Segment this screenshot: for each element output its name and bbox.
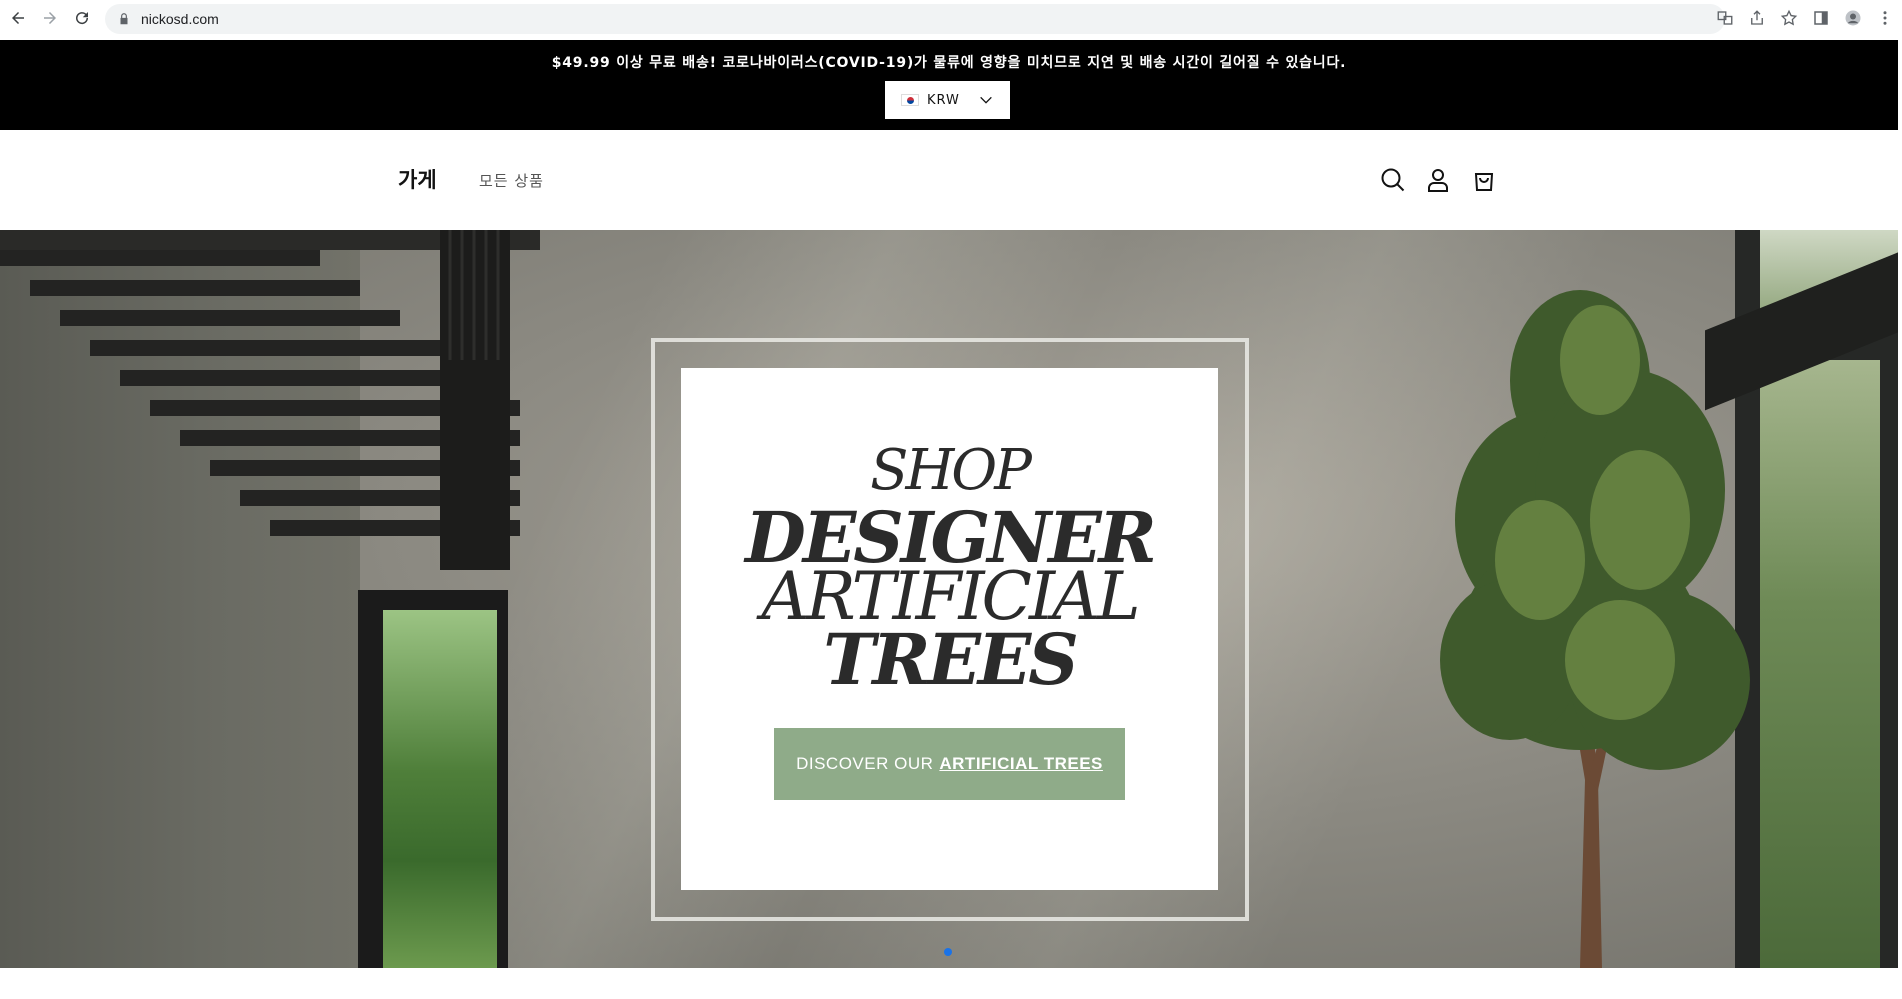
share-icon[interactable] — [1748, 9, 1766, 27]
discover-artificial-trees-button[interactable]: DISCOVER OUR ARTIFICIAL TREES — [774, 728, 1125, 800]
store-logo[interactable]: 가게 — [398, 164, 437, 194]
browser-toolbar: nickosd.com — [0, 0, 1902, 40]
korea-flag-icon — [901, 94, 919, 106]
site-header: 가게 모든 상품 — [0, 130, 1898, 230]
side-panel-icon[interactable] — [1812, 9, 1830, 27]
profile-avatar-icon[interactable] — [1844, 9, 1862, 27]
olive-tree-graphic — [1440, 290, 1750, 968]
back-button[interactable] — [6, 6, 30, 30]
account-icon — [1428, 169, 1448, 192]
promo-line-1: SHOP — [870, 438, 1032, 503]
menu-dots-icon[interactable] — [1876, 9, 1894, 27]
nav-all-products[interactable]: 모든 상품 — [479, 170, 544, 191]
slide-indicator-dot[interactable] — [944, 948, 952, 956]
announcement-text: $49.99 이상 무료 배송! 코로나바이러스(COVID-19)가 물류에 … — [551, 55, 1347, 71]
announcement-bar: $49.99 이상 무료 배송! 코로나바이러스(COVID-19)가 물류에 … — [0, 40, 1898, 130]
window-foliage — [1760, 360, 1880, 968]
hero-banner: SHOP DESIGNER ARTIFICIAL TREES DISCOVER … — [0, 230, 1898, 968]
bookmark-star-icon[interactable] — [1780, 9, 1798, 27]
search-icon — [1381, 168, 1405, 192]
forward-button[interactable] — [38, 6, 62, 30]
translate-icon[interactable] — [1716, 9, 1734, 27]
reload-button[interactable] — [70, 6, 94, 30]
promo-card: SHOP DESIGNER ARTIFICIAL TREES DISCOVER … — [681, 368, 1218, 890]
arrow-left-icon — [12, 12, 24, 24]
search-button[interactable] — [1379, 166, 1407, 194]
lock-icon — [120, 13, 128, 25]
door-foliage — [383, 610, 497, 968]
browser-actions — [1716, 0, 1902, 36]
currency-selector[interactable]: KRW — [885, 81, 1010, 119]
cart-icon — [1474, 173, 1494, 191]
cta-prefix: DISCOVER OUR — [796, 754, 934, 773]
cta-emphasis: ARTIFICIAL TREES — [939, 754, 1103, 773]
reload-icon — [76, 12, 89, 25]
ceiling-beams-graphic — [0, 230, 540, 570]
chevron-down-icon — [980, 96, 992, 104]
promo-line-4: TREES — [823, 618, 1079, 701]
address-bar[interactable]: nickosd.com — [105, 4, 1725, 34]
account-button[interactable] — [1424, 166, 1452, 194]
cart-button[interactable] — [1470, 166, 1498, 194]
url-text: nickosd.com — [141, 11, 219, 27]
arrow-right-icon — [44, 12, 56, 24]
currency-code: KRW — [927, 92, 960, 108]
